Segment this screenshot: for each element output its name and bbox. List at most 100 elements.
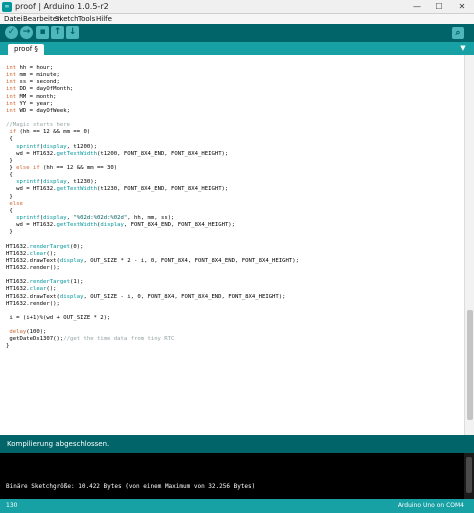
console-output: Binäre Sketchgröße: 10.422 Bytes (von ei…	[6, 483, 256, 490]
code-token: HT1632.	[6, 243, 30, 250]
code-token: clear	[29, 286, 47, 293]
code-line: int MM = month;	[6, 94, 462, 101]
menu-bar: Datei Bearbeiten Sketch Tools Hilfe	[0, 14, 474, 24]
code-token: int	[6, 79, 17, 86]
code-token: int	[6, 100, 17, 107]
code-token: int	[6, 65, 17, 71]
console-scrollbar[interactable]	[464, 453, 474, 499]
code-token: , FONT_8X4_END, FONT_8X4_HEIGHT);	[123, 222, 236, 229]
code-token: display	[59, 257, 84, 264]
code-token: (t1200, FONT_8X4_END, FONT_8X4_HEIGHT);	[96, 150, 229, 157]
status-message: Kompilierung abgeschlossen.	[7, 440, 110, 448]
code-line: if (hh == 12 && mm == 0)	[6, 129, 462, 136]
new-sketch-button[interactable]: ▪	[36, 26, 49, 39]
code-line: } else if (hh == 12 && mm == 30)	[6, 165, 462, 172]
code-token: , t1200);	[66, 143, 97, 150]
save-sketch-button[interactable]: ↓	[66, 26, 79, 39]
serial-monitor-button[interactable]: ⌕	[452, 27, 464, 39]
tab-menu-icon[interactable]: ▼	[458, 44, 468, 53]
minimize-button[interactable]: —	[406, 0, 428, 13]
code-token: int	[6, 72, 17, 79]
code-token: (hh == 12 && mm == 30)	[39, 164, 118, 171]
maximize-button[interactable]: ☐	[428, 0, 450, 13]
code-line: HT1632.drawText(display, OUT_SIZE * 2 - …	[6, 258, 462, 265]
code-token: HT1632.render();	[6, 300, 60, 307]
code-line: int ss = second;	[6, 79, 462, 86]
code-token: ();	[46, 286, 57, 293]
close-button[interactable]: ✕	[451, 0, 473, 13]
footer-bar: 130 Arduino Uno on COM4	[0, 499, 474, 513]
code-line: HT1632.drawText(display, OUT_SIZE - i, 0…	[6, 294, 462, 301]
code-editor[interactable]: int hh = hour; int mm = minute; int ss = s…	[0, 55, 474, 435]
code-token: ();	[46, 250, 57, 257]
code-line: sprintf(display, t1230);	[6, 179, 462, 186]
code-token: "%02d:%02d:%02d"	[73, 214, 128, 221]
code-token: else	[6, 200, 23, 207]
code-token: (hh == 12 && mm == 0)	[16, 129, 91, 136]
code-lines: int hh = hour; int mm = minute; int ss = s…	[6, 65, 462, 351]
code-line: }	[6, 229, 462, 236]
code-line: }	[6, 194, 462, 201]
code-token: HT1632.render();	[6, 264, 60, 271]
code-token: MM = month;	[16, 93, 57, 100]
code-token: renderTarget	[29, 279, 70, 286]
code-token: display	[100, 222, 124, 229]
code-token: int	[6, 107, 17, 114]
code-line: }	[6, 158, 462, 165]
upload-button[interactable]: →	[20, 26, 33, 39]
code-token: getTextWidth	[56, 186, 97, 193]
code-token: int	[6, 93, 17, 100]
code-token: WD = dayOfWeek;	[16, 107, 70, 114]
code-line: HT1632.render();	[6, 301, 462, 308]
code-line: wd = HT1632.getTextWidth(display, FONT_8…	[6, 222, 462, 229]
arduino-app-icon: ∞	[2, 2, 12, 12]
code-token: , OUT_SIZE * 2 - i, 0, FONT_8X4, FONT_8X…	[83, 257, 300, 264]
console-panel: Binäre Sketchgröße: 10.422 Bytes (von ei…	[0, 453, 474, 499]
code-token: else if	[16, 164, 40, 171]
code-token: hh = hour;	[16, 65, 54, 71]
menu-datei[interactable]: Datei	[4, 14, 23, 24]
code-token: }	[6, 343, 10, 350]
code-line: }	[6, 343, 462, 350]
tab-proof[interactable]: proof §	[8, 44, 44, 55]
code-line: HT1632.clear();	[6, 286, 462, 293]
code-token: {	[6, 172, 13, 179]
code-token: }	[6, 164, 17, 171]
code-line: sprintf(display, t1200);	[6, 144, 462, 151]
open-sketch-button[interactable]: ↑	[51, 26, 64, 39]
code-line: {	[6, 136, 462, 143]
code-line: int YY = year;	[6, 101, 462, 108]
menu-hilfe[interactable]: Hilfe	[96, 14, 112, 24]
menu-sketch[interactable]: Sketch	[55, 14, 79, 24]
code-line: sprintf(display, "%02d:%02d:%02d", hh, m…	[6, 215, 462, 222]
editor-scroll-thumb[interactable]	[467, 310, 473, 420]
code-token: display	[59, 293, 84, 300]
verify-button[interactable]: ✓	[5, 26, 18, 39]
code-token: HT1632.	[6, 286, 30, 293]
editor-scrollbar[interactable]	[464, 55, 474, 435]
code-line: int DD = dayOfMonth;	[6, 86, 462, 93]
code-line: else	[6, 201, 462, 208]
code-line: getDateDs1307();//get the time data from…	[6, 336, 462, 343]
board-port-info: Arduino Uno on COM4	[397, 502, 464, 509]
code-token: getDateDs1307();	[6, 336, 64, 343]
toolbar: ✓ → ▪ ↑ ↓ ⌕	[0, 24, 474, 42]
code-token: ss = second;	[16, 79, 60, 86]
title-bar: ∞ proof | Arduino 1.0.5-r2 — ☐ ✕	[0, 0, 474, 14]
menu-tools[interactable]: Tools	[78, 14, 95, 24]
code-token: (1);	[70, 279, 84, 286]
code-token: sprintf	[16, 214, 40, 221]
console-scroll-thumb[interactable]	[466, 457, 472, 493]
code-line: HT1632.render();	[6, 265, 462, 272]
code-token: i = (i+1)%(wd + OUT_SIZE * 2);	[6, 314, 111, 321]
code-line: HT1632.renderTarget(1);	[6, 279, 462, 286]
code-line: HT1632.renderTarget(0);	[6, 244, 462, 251]
code-token: {	[6, 207, 13, 214]
code-token: }	[6, 229, 13, 236]
code-line: int WD = dayOfWeek;	[6, 108, 462, 115]
code-token: display	[43, 179, 67, 186]
code-token: wd = HT1632.	[6, 150, 57, 157]
